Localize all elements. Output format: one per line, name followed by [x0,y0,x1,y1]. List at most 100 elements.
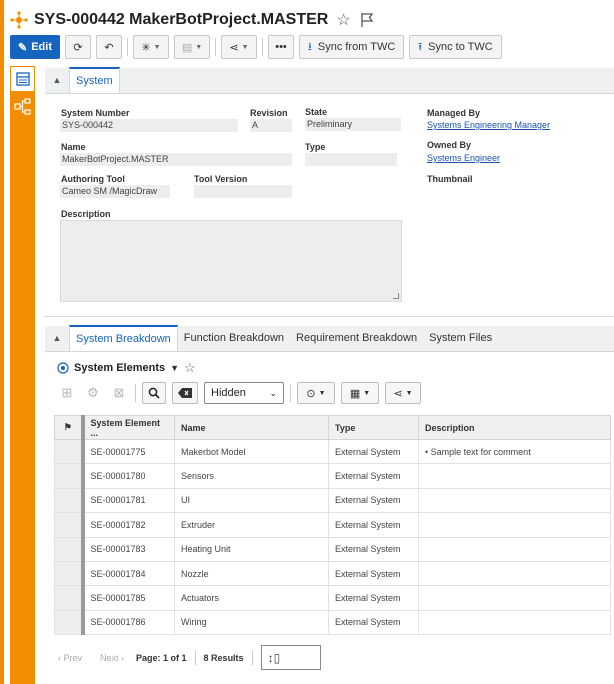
remove-icon[interactable]: ⊠ [109,383,129,403]
cell-name: Wiring [174,609,329,636]
table-row[interactable]: SE-00001785 Actuators External System [54,585,611,611]
column-header-description[interactable]: Description [418,415,611,440]
cell-name: Actuators [174,585,329,611]
cell-id: SE-00001782 [82,512,175,538]
revision-label: Revision [250,108,288,118]
favorite-star-icon[interactable]: ☆ [184,360,196,376]
state-field[interactable]: Preliminary [305,118,401,131]
column-header-id[interactable]: System Element ... [82,415,175,440]
network-icon: ✳ [141,41,151,54]
column-header-type[interactable]: Type [328,415,419,440]
authoring-tool-label: Authoring Tool [61,174,125,184]
report-icon: ▤ [181,41,193,54]
cell-type: External System [328,512,419,538]
cell-name: Makerbot Model [174,438,329,465]
tab-system[interactable]: System [69,67,120,93]
tab-function-breakdown[interactable]: Function Breakdown [178,325,290,351]
tool-version-field[interactable] [194,185,292,198]
visibility-select[interactable]: Hidden ⌄ [204,382,284,404]
cell-description [418,609,611,636]
next-page-button[interactable]: Next › [100,653,124,663]
system-number-field[interactable]: SYS-000442 [60,119,238,132]
prev-page-button[interactable]: ‹ Prev [58,653,82,663]
layout-menu-button[interactable]: ▦ ▼ [341,382,379,404]
search-button[interactable] [142,382,166,404]
resize-grip-icon[interactable] [393,293,399,299]
cell-name: UI [174,487,329,514]
target-icon: ⊙ [306,387,316,400]
flag-icon[interactable] [359,12,375,28]
details-icon [15,72,30,86]
reports-menu-button[interactable]: ▤ ▼ [174,35,210,59]
main-toolbar: ✎ Edit ⟳ ↶ ✳ ▼ ▤ ▼ ⋖ ▼ ••• ⭳ Sync from TWC … [10,35,502,59]
revision-field[interactable]: A [250,119,292,132]
share-menu-button[interactable]: ⋖ ▼ [385,382,421,404]
details-view-button[interactable] [10,66,35,92]
sync-up-icon: ⭱ [418,40,423,53]
grid-toolbar: ⊞ ⚙ ⊠ Hidden ⌄ ⊙ ▼ ▦ ▼ ⋖ ▼ [57,381,421,405]
tab-requirement-breakdown[interactable]: Requirement Breakdown [290,325,423,351]
clear-filter-button[interactable] [172,382,198,404]
collapse-chevron-icon[interactable]: ▲ [45,325,69,351]
table-row[interactable]: SE-00001782 Extruder External System [54,512,611,538]
edit-button[interactable]: ✎ Edit [10,35,60,59]
cell-id: SE-00001775 [82,438,175,465]
name-field[interactable]: MakerBotProject.MASTER [60,153,292,166]
hierarchy-icon[interactable] [14,98,31,115]
refresh-button[interactable]: ⟳ [65,35,91,59]
chevron-down-icon[interactable]: ▼ [170,363,179,373]
row-flag-cell[interactable] [54,609,85,636]
table-row[interactable]: SE-00001786 Wiring External System [54,609,611,636]
structure-menu-button[interactable]: ✳ ▼ [133,35,169,59]
row-flag-cell[interactable] [54,585,85,611]
more-button[interactable]: ••• [268,35,294,59]
row-flag-cell[interactable] [54,487,85,514]
undo-button[interactable]: ↶ [96,35,122,59]
layout-icon: ▦ [349,387,361,400]
column-header-name[interactable]: Name [174,415,329,440]
cell-id: SE-00001786 [82,609,175,636]
cell-description [418,487,611,514]
cell-type: External System [328,585,419,611]
flag-column-header[interactable]: ⚑ [54,415,85,440]
add-child-icon[interactable]: ⚙ [83,383,103,403]
managed-by-link[interactable]: Systems Engineering Manager [427,120,550,130]
cell-name: Sensors [174,463,329,489]
system-number-label: System Number [61,108,130,118]
sync-from-twc-button[interactable]: ⭳ Sync from TWC [299,35,405,59]
owned-by-link[interactable]: Systems Engineer [427,153,500,163]
cell-description [418,463,611,489]
focus-menu-button[interactable]: ⊙ ▼ [297,382,335,404]
cell-type: External System [328,438,419,465]
search-icon [148,387,160,399]
description-textarea[interactable] [60,220,402,302]
cell-description [418,585,611,611]
type-field[interactable] [305,153,397,166]
table-row[interactable]: SE-00001780 Sensors External System [54,463,611,489]
row-flag-cell[interactable] [54,512,85,538]
chevron-down-icon: ▼ [195,43,203,51]
name-label: Name [61,142,86,152]
view-selector[interactable]: System Elements ▼ ☆ [57,360,196,376]
add-row-icon[interactable]: ⊞ [57,383,77,403]
row-flag-cell[interactable] [54,463,85,489]
table-row[interactable]: SE-00001775 Makerbot Model External System… [54,438,611,465]
authoring-tool-field[interactable]: Cameo SM /MagicDraw [60,185,170,198]
collapse-chevron-icon[interactable]: ▲ [45,67,69,93]
state-label: State [305,107,328,117]
favorite-star-icon[interactable]: ☆ [336,10,350,30]
row-flag-cell[interactable] [54,438,85,465]
table-row[interactable]: SE-00001783 Heating Unit External System [54,536,611,562]
more-dots-icon: ••• [275,41,287,53]
row-flag-cell[interactable] [54,536,85,562]
table-row[interactable]: SE-00001784 Nozzle External System [54,560,611,587]
tab-system-breakdown[interactable]: System Breakdown [69,325,178,351]
row-flag-cell[interactable] [54,560,85,587]
share-menu-button[interactable]: ⋖ ▼ [221,35,257,59]
page-size-input[interactable]: ↕▯ [260,645,321,670]
tab-system-files[interactable]: System Files [423,325,498,351]
sync-to-twc-button[interactable]: ⭱ Sync to TWC [409,35,502,59]
table-row[interactable]: SE-00001781 UI External System [54,487,611,514]
system-logo-icon [10,11,28,29]
cell-name: Extruder [174,512,329,538]
